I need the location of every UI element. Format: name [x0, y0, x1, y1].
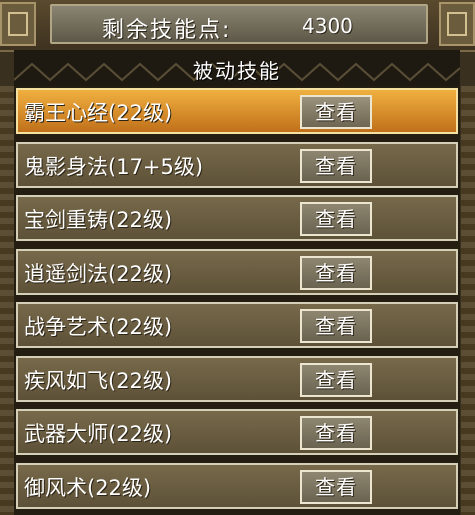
section-title: 被动技能 — [193, 59, 281, 83]
view-skill-button[interactable]: 查看 — [300, 416, 372, 450]
skill-row[interactable]: 逍遥剑法(22级) 查看 — [16, 248, 458, 295]
view-skill-button[interactable]: 查看 — [300, 148, 372, 183]
view-skill-button[interactable]: 查看 — [300, 309, 372, 343]
skill-name: 鬼影身法(17+5级) — [24, 154, 204, 179]
skill-name: 战争艺术(22级) — [24, 315, 173, 339]
side-border-left — [0, 86, 14, 515]
skill-points-value: 4300 — [302, 14, 353, 38]
skill-row[interactable]: 鬼影身法(17+5级) 查看 — [16, 141, 458, 188]
skill-name: 霸王心经(22级) — [24, 101, 173, 125]
skill-row[interactable]: 霸王心经(22级) 查看 — [16, 88, 458, 134]
skill-name: 武器大师(22级) — [24, 422, 173, 446]
skill-window: 剩余技能点: 4300 被动技能 霸王心经(22级) 查看 鬼影身法(17+5级) 查… — [0, 0, 475, 515]
header-bar: 剩余技能点: 4300 — [0, 0, 475, 52]
skill-name: 逍遥剑法(22级) — [24, 261, 173, 286]
view-skill-button[interactable]: 查看 — [300, 469, 372, 504]
corner-ornament-right — [439, 2, 475, 46]
view-skill-button[interactable]: 查看 — [300, 255, 372, 290]
side-border-right — [461, 86, 475, 515]
view-skill-button[interactable]: 查看 — [300, 95, 372, 129]
skill-name: 御风术(22级) — [24, 475, 152, 500]
skill-row[interactable]: 御风术(22级) 查看 — [16, 462, 458, 509]
skill-points-panel: 剩余技能点: 4300 — [50, 4, 428, 44]
skill-row[interactable]: 宝剑重铸(22级) 查看 — [16, 195, 458, 241]
skill-row[interactable]: 疾风如飞(22级) 查看 — [16, 355, 458, 402]
skill-row[interactable]: 武器大师(22级) 查看 — [16, 409, 458, 455]
passive-skills-header: 被动技能 — [14, 50, 460, 86]
skill-row[interactable]: 战争艺术(22级) 查看 — [16, 302, 458, 348]
skill-name: 宝剑重铸(22级) — [24, 208, 173, 232]
view-skill-button[interactable]: 查看 — [300, 202, 372, 236]
skill-points-label: 剩余技能点: — [102, 18, 232, 43]
skill-list: 霸王心经(22级) 查看 鬼影身法(17+5级) 查看 宝剑重铸(22级) 查看 逍遥剑法(… — [14, 86, 460, 515]
view-skill-button[interactable]: 查看 — [300, 362, 372, 397]
skill-name: 疾风如飞(22级) — [24, 368, 173, 393]
corner-ornament-left — [0, 2, 36, 46]
